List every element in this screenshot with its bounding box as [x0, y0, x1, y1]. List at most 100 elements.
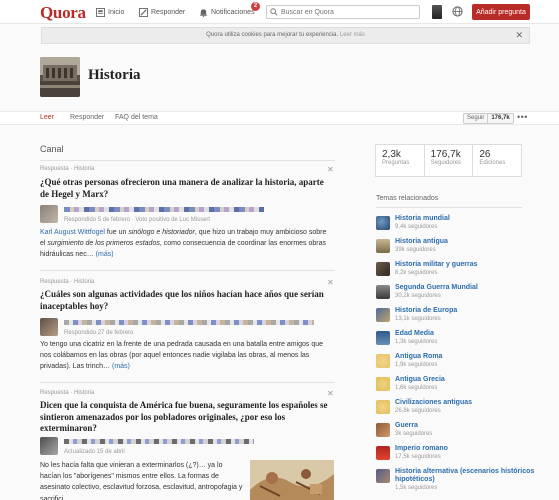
- related-topic-item[interactable]: Civilizaciones antiguas 26,8k seguidores: [376, 398, 536, 418]
- notification-badge: 2: [251, 2, 260, 11]
- topic-thumbnail: [376, 239, 390, 253]
- author-avatar[interactable]: [40, 318, 58, 336]
- related-topic-item[interactable]: Antigua Grecia 1,6k seguidores: [376, 375, 536, 395]
- related-topic-followers: 3k seguidores: [395, 431, 433, 437]
- related-topic-item[interactable]: Segunda Guerra Mundial 30,2k seguidores: [376, 283, 536, 303]
- close-icon[interactable]: ✕: [515, 28, 523, 43]
- related-topic-name[interactable]: Historia de Europa: [395, 307, 535, 315]
- topic-thumbnail: [376, 377, 390, 391]
- dismiss-icon[interactable]: ✕: [327, 389, 334, 398]
- related-topic-name[interactable]: Civilizaciones antiguas: [395, 399, 535, 407]
- pencil-icon: [139, 7, 148, 17]
- topic-thumbnail: [376, 423, 390, 437]
- follow-button[interactable]: Seguir 176,7k: [463, 113, 514, 124]
- topic-thumbnail: [376, 216, 390, 230]
- page-title: Historia: [88, 67, 141, 83]
- author-avatar[interactable]: [40, 437, 58, 455]
- dismiss-icon[interactable]: ✕: [327, 278, 334, 287]
- author-avatar[interactable]: [40, 205, 58, 223]
- nav-notifications[interactable]: Notificaciones: [199, 6, 255, 18]
- more-options-icon[interactable]: •••: [517, 112, 528, 122]
- stat-label: Seguidores: [430, 160, 462, 166]
- bell-icon: [199, 8, 208, 17]
- stat-label: Ediciones: [479, 160, 506, 166]
- answer-link[interactable]: Karl August Wittfogel: [40, 229, 105, 236]
- answer-text: No les hacía falta que vinieran a exterm…: [40, 462, 243, 500]
- tab-answer[interactable]: Responder: [70, 114, 104, 121]
- answer-meta: Respuesta · Historia: [40, 279, 95, 285]
- answer-text-emphasis: surgimiento de los primeros estados: [47, 240, 160, 248]
- quora-logo[interactable]: Quora: [40, 3, 86, 23]
- related-topic-followers: 8,2k seguidores: [395, 270, 438, 276]
- tab-faq[interactable]: FAQ del tema: [115, 114, 158, 121]
- search-box[interactable]: [266, 5, 420, 19]
- answer-text: Yo tengo una cicatriz en la frente de un…: [40, 339, 333, 373]
- related-topic-item[interactable]: Imperio romano 17,5k seguidores: [376, 444, 536, 464]
- related-topic-name[interactable]: Historia militar y guerras: [395, 261, 535, 269]
- question-title[interactable]: ¿Cuáles son algunas actividades que los …: [40, 289, 330, 312]
- related-topic-name[interactable]: Antigua Grecia: [395, 376, 535, 384]
- answer-image: [250, 460, 334, 500]
- more-link[interactable]: (más): [96, 251, 114, 258]
- follow-count: 176,7k: [487, 114, 512, 123]
- follow-label: Seguir: [467, 115, 485, 121]
- nav-notifications-label: Notificaciones: [211, 8, 255, 16]
- related-topic-name[interactable]: Antigua Roma: [395, 353, 535, 361]
- related-topic-followers: 39k seguidores: [395, 247, 436, 253]
- related-topic-followers: 9,4k seguidores: [395, 224, 438, 230]
- related-topic-item[interactable]: Historia alternativa (escenarios históri…: [376, 467, 536, 499]
- related-topic-item[interactable]: Historia de Europa 13,1k seguidores: [376, 306, 536, 326]
- related-topic-item[interactable]: Edad Media 1,3k seguidores: [376, 329, 536, 349]
- related-topic-item[interactable]: Guerra 3k seguidores: [376, 421, 536, 441]
- more-link[interactable]: (más): [112, 363, 130, 370]
- stat-questions[interactable]: 2,3k Preguntas: [376, 145, 425, 176]
- related-topic-followers: 13,1k seguidores: [395, 316, 441, 322]
- tab-read[interactable]: Leer: [40, 114, 54, 121]
- author-row: Respondido 27 de febrero: [40, 318, 330, 338]
- dismiss-icon[interactable]: ✕: [327, 165, 334, 174]
- related-topic-followers: 17,5k seguidores: [395, 454, 441, 460]
- cookie-read-more-link[interactable]: Leer más: [340, 32, 365, 38]
- related-topic-name[interactable]: Historia mundial: [395, 215, 535, 223]
- blurred-author-info: [64, 207, 264, 212]
- stat-followers[interactable]: 176,7k Seguidores: [425, 145, 474, 176]
- add-question-button[interactable]: Añadir pregunta: [472, 4, 530, 20]
- cookie-banner: Quora utiliza cookies para mejorar tu ex…: [41, 27, 530, 44]
- answer-date: Actualizado 15 de abril: [64, 449, 125, 455]
- stat-edits[interactable]: 26 Ediciones: [473, 145, 521, 176]
- related-topic-followers: 26,8k seguidores: [395, 408, 441, 414]
- related-topic-name[interactable]: Guerra: [395, 422, 535, 430]
- related-topic-name[interactable]: Segunda Guerra Mundial: [395, 284, 535, 292]
- related-topic-item[interactable]: Antigua Roma 1,9k seguidores: [376, 352, 536, 372]
- answer-text-part: fue un: [104, 229, 129, 236]
- related-topic-name[interactable]: Imperio romano: [395, 445, 535, 453]
- topic-thumbnail: [376, 469, 390, 483]
- cookie-text: Quora utiliza cookies para mejorar tu ex…: [206, 32, 339, 38]
- search-icon: [270, 8, 278, 16]
- user-avatar[interactable]: [432, 5, 442, 19]
- related-topic-item[interactable]: Historia militar y guerras 8,2k seguidor…: [376, 260, 536, 280]
- top-header: Quora Inicio Responder Notificaciones 2 …: [0, 0, 559, 24]
- question-title[interactable]: ¿Qué otras personas ofrecieron una maner…: [40, 177, 330, 200]
- related-topic-item[interactable]: Historia antigua 39k seguidores: [376, 237, 536, 257]
- divider: [40, 160, 335, 161]
- divider: [40, 270, 335, 271]
- related-topic-followers: 1,5k seguidores: [395, 485, 438, 491]
- home-icon: [96, 7, 105, 17]
- question-title[interactable]: Dicen que la conquista de América fue bu…: [40, 400, 340, 435]
- answer-text: Karl August Wittfogel fue un sinólogo e …: [40, 227, 333, 261]
- related-topic-name[interactable]: Historia alternativa (escenarios históri…: [395, 468, 535, 484]
- related-topic-name[interactable]: Historia antigua: [395, 238, 535, 246]
- stat-value: 176,7k: [430, 149, 461, 160]
- topic-thumbnail: [376, 285, 390, 299]
- nav-home-label: Inicio: [108, 8, 125, 16]
- nav-home[interactable]: Inicio: [96, 6, 124, 18]
- search-input[interactable]: [281, 8, 411, 16]
- related-topic-name[interactable]: Edad Media: [395, 330, 535, 338]
- globe-icon[interactable]: [452, 6, 463, 17]
- divider: [376, 207, 522, 208]
- related-topic-item[interactable]: Historia mundial 9,4k seguidores: [376, 214, 536, 234]
- related-topics-heading: Temas relacionados: [376, 195, 439, 202]
- divider: [40, 382, 335, 383]
- nav-answer[interactable]: Responder: [139, 6, 185, 18]
